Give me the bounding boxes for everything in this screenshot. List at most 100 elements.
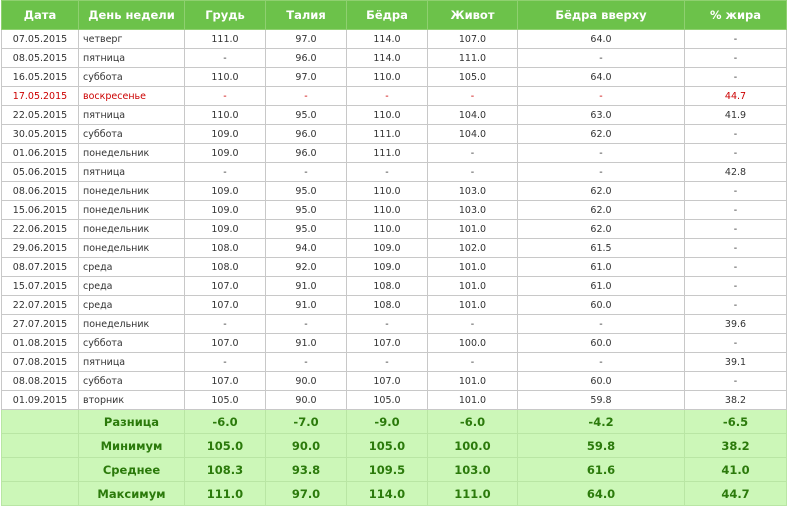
cell-belly: 104.0 bbox=[427, 124, 518, 144]
cell-date: 22.05.2015 bbox=[1, 105, 79, 125]
cell-fat-percent: 38.2 bbox=[684, 390, 787, 410]
cell-chest: - bbox=[184, 162, 266, 182]
cell-hips: 107.0 bbox=[346, 371, 428, 391]
table-body: 07.05.2015 четверг 111.0 97.0 114.0 107.0 64.0… bbox=[1, 29, 787, 410]
table-row: 05.06.2015 пятница - - - - -42.8 bbox=[1, 162, 787, 182]
cell-chest: 108.0 bbox=[184, 257, 266, 277]
cell-chest: - bbox=[184, 314, 266, 334]
header-waist[interactable]: Талия bbox=[265, 0, 347, 30]
cell-weekday: пятница bbox=[78, 105, 185, 125]
cell-chest: - bbox=[184, 352, 266, 372]
summary-label: Минимум bbox=[78, 433, 185, 458]
cell-waist: 94.0 bbox=[265, 238, 347, 258]
cell-weekday: понедельник bbox=[78, 143, 185, 163]
table-row: 15.07.2015 среда 107.0 91.0 108.0 101.0 61.0- bbox=[1, 276, 787, 296]
header-upper-hips[interactable]: Бёдра вверху bbox=[517, 0, 685, 30]
header-hips[interactable]: Бёдра bbox=[346, 0, 428, 30]
cell-fat-percent: 41.9 bbox=[684, 105, 787, 125]
cell-belly: 103.0 bbox=[427, 200, 518, 220]
header-row: Дата День недели Грудь Талия Бёдра Живот… bbox=[1, 0, 787, 30]
cell-waist: 95.0 bbox=[265, 181, 347, 201]
cell-upper-hips: 61.5 bbox=[517, 238, 685, 258]
header-date[interactable]: Дата bbox=[1, 0, 79, 30]
cell-hips: - bbox=[346, 86, 428, 106]
cell-waist: 91.0 bbox=[265, 276, 347, 296]
cell-hips: 110.0 bbox=[346, 105, 428, 125]
cell-date: 17.05.2015 bbox=[1, 86, 79, 106]
cell-weekday: вторник bbox=[78, 390, 185, 410]
cell-date: 22.07.2015 bbox=[1, 295, 79, 315]
cell-fat-percent: - bbox=[684, 333, 787, 353]
summary-upper-hips: 61.6 bbox=[517, 457, 685, 482]
summary-hips: -9.0 bbox=[346, 409, 428, 434]
cell-upper-hips: 60.0 bbox=[517, 371, 685, 391]
cell-fat-percent: 39.6 bbox=[684, 314, 787, 334]
table-row: 16.05.2015 суббота 110.0 97.0 110.0 105.0 64.0… bbox=[1, 67, 787, 87]
table-row: 30.05.2015 суббота 109.0 96.0 111.0 104.0 62.0… bbox=[1, 124, 787, 144]
cell-date: 05.06.2015 bbox=[1, 162, 79, 182]
cell-date: 07.05.2015 bbox=[1, 29, 79, 49]
summary-row: Минимум 105.0 90.0 105.0 100.0 59.8 38.2 bbox=[1, 433, 787, 458]
cell-waist: 95.0 bbox=[265, 105, 347, 125]
cell-weekday: среда bbox=[78, 295, 185, 315]
cell-date: 08.06.2015 bbox=[1, 181, 79, 201]
table-row: 01.08.2015 суббота 107.0 91.0 107.0 100.0 60.0… bbox=[1, 333, 787, 353]
table-row: 22.07.2015 среда 107.0 91.0 108.0 101.0 60.0- bbox=[1, 295, 787, 315]
cell-date: 08.05.2015 bbox=[1, 48, 79, 68]
cell-hips: 110.0 bbox=[346, 219, 428, 239]
summary-upper-hips: -4.2 bbox=[517, 409, 685, 434]
cell-weekday: понедельник bbox=[78, 181, 185, 201]
cell-upper-hips: - bbox=[517, 48, 685, 68]
cell-weekday: суббота bbox=[78, 124, 185, 144]
summary-belly: 111.0 bbox=[427, 481, 518, 506]
summary-waist: 90.0 bbox=[265, 433, 347, 458]
cell-belly: 101.0 bbox=[427, 276, 518, 296]
cell-waist: - bbox=[265, 162, 347, 182]
summary-body: Разница -6.0 -7.0 -9.0 -6.0 -4.2 -6.5 Минимум 10… bbox=[1, 409, 787, 506]
table-row: 08.06.2015 понедельник 109.0 95.0 110.0 103.0… bbox=[1, 181, 787, 201]
cell-upper-hips: 60.0 bbox=[517, 295, 685, 315]
table-row: 17.05.2015 воскресенье - - - - -44.7 bbox=[1, 86, 787, 106]
summary-label: Разница bbox=[78, 409, 185, 434]
cell-fat-percent: - bbox=[684, 238, 787, 258]
summary-chest: 105.0 bbox=[184, 433, 266, 458]
cell-upper-hips: - bbox=[517, 86, 685, 106]
summary-fat-percent: 44.7 bbox=[684, 481, 787, 506]
cell-date: 15.07.2015 bbox=[1, 276, 79, 296]
cell-waist: 96.0 bbox=[265, 48, 347, 68]
cell-upper-hips: 63.0 bbox=[517, 105, 685, 125]
cell-belly: 107.0 bbox=[427, 29, 518, 49]
summary-row: Максимум 111.0 97.0 114.0 111.0 64.0 44.7 bbox=[1, 481, 787, 506]
cell-belly: - bbox=[427, 143, 518, 163]
cell-date: 15.06.2015 bbox=[1, 200, 79, 220]
cell-fat-percent: - bbox=[684, 295, 787, 315]
summary-row: Разница -6.0 -7.0 -9.0 -6.0 -4.2 -6.5 bbox=[1, 409, 787, 434]
cell-chest: 109.0 bbox=[184, 181, 266, 201]
cell-upper-hips: - bbox=[517, 352, 685, 372]
cell-date: 29.06.2015 bbox=[1, 238, 79, 258]
header-chest[interactable]: Грудь bbox=[184, 0, 266, 30]
cell-upper-hips: - bbox=[517, 143, 685, 163]
summary-waist: -7.0 bbox=[265, 409, 347, 434]
table-row: 08.05.2015 пятница -96.0 114.0 111.0- - bbox=[1, 48, 787, 68]
cell-fat-percent: - bbox=[684, 371, 787, 391]
cell-fat-percent: - bbox=[684, 124, 787, 144]
header-belly[interactable]: Живот bbox=[427, 0, 518, 30]
cell-hips: 114.0 bbox=[346, 29, 428, 49]
cell-hips: 111.0 bbox=[346, 124, 428, 144]
summary-spacer bbox=[1, 457, 79, 482]
cell-upper-hips: 62.0 bbox=[517, 124, 685, 144]
cell-weekday: среда bbox=[78, 276, 185, 296]
table-row: 01.09.2015 вторник 105.0 90.0 105.0 101.0 59.8… bbox=[1, 390, 787, 410]
cell-upper-hips: 59.8 bbox=[517, 390, 685, 410]
header-weekday[interactable]: День недели bbox=[78, 0, 185, 30]
header-fat-percent[interactable]: % жира bbox=[684, 0, 787, 30]
measurements-table: Дата День недели Грудь Талия Бёдра Живот… bbox=[1, 0, 787, 506]
cell-chest: 107.0 bbox=[184, 295, 266, 315]
summary-fat-percent: 41.0 bbox=[684, 457, 787, 482]
cell-weekday: суббота bbox=[78, 333, 185, 353]
cell-hips: - bbox=[346, 314, 428, 334]
cell-date: 08.08.2015 bbox=[1, 371, 79, 391]
summary-row: Среднее 108.3 93.8 109.5 103.0 61.6 41.0 bbox=[1, 457, 787, 482]
cell-fat-percent: 42.8 bbox=[684, 162, 787, 182]
